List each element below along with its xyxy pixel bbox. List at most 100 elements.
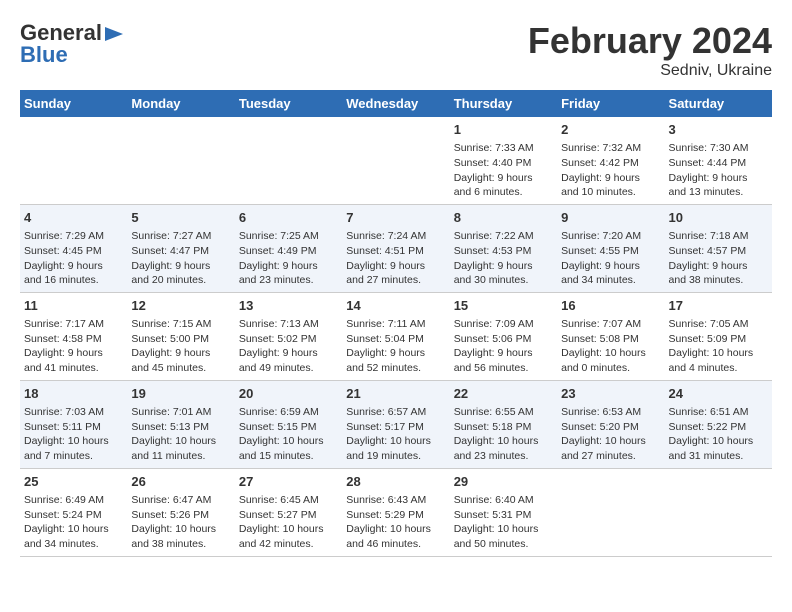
- day-number: 7: [346, 209, 445, 227]
- day-info: Sunrise: 6:40 AM: [454, 493, 553, 508]
- day-info: Sunrise: 7:20 AM: [561, 229, 660, 244]
- day-info: Sunset: 4:49 PM: [239, 244, 338, 259]
- day-number: 18: [24, 385, 123, 403]
- day-info: Sunset: 5:04 PM: [346, 332, 445, 347]
- day-info: Sunrise: 7:32 AM: [561, 141, 660, 156]
- day-info: Sunset: 5:29 PM: [346, 508, 445, 523]
- day-info: Sunset: 4:55 PM: [561, 244, 660, 259]
- day-number: 24: [669, 385, 768, 403]
- day-info: Sunset: 5:09 PM: [669, 332, 768, 347]
- day-info: Sunrise: 7:30 AM: [669, 141, 768, 156]
- weekday-header-monday: Monday: [127, 90, 234, 117]
- day-info: and 31 minutes.: [669, 449, 768, 464]
- day-info: Sunset: 4:44 PM: [669, 156, 768, 171]
- day-info: Sunset: 5:22 PM: [669, 420, 768, 435]
- week-row-5: 25 Sunrise: 6:49 AMSunset: 5:24 PM Dayligh…: [20, 468, 772, 556]
- day-number: 27: [239, 473, 338, 491]
- day-info: Daylight: 9 hours: [24, 346, 123, 361]
- day-info: Sunrise: 7:01 AM: [131, 405, 230, 420]
- day-info: Sunrise: 7:29 AM: [24, 229, 123, 244]
- weekday-header-sunday: Sunday: [20, 90, 127, 117]
- calendar-cell: 21Sunrise: 6:57 AMSunset: 5:17 PMDayligh…: [342, 380, 449, 468]
- day-info: Sunrise: 6:47 AM: [131, 493, 230, 508]
- day-info: Daylight: 9 hours: [239, 346, 338, 361]
- weekday-header-saturday: Saturday: [665, 90, 772, 117]
- page-title: February 2024: [528, 20, 772, 62]
- day-info: Sunset: 5:06 PM: [454, 332, 553, 347]
- day-info: and 16 minutes.: [24, 273, 123, 288]
- day-info: Daylight: 9 hours: [561, 171, 660, 186]
- day-info: Sunset: 5:26 PM: [131, 508, 230, 523]
- week-row-2: 4Sunrise: 7:29 AMSunset: 4:45 PMDaylight…: [20, 204, 772, 292]
- day-number: 1: [454, 121, 553, 139]
- day-info: Sunset: 5:20 PM: [561, 420, 660, 435]
- calendar-cell: 3Sunrise: 7:30 AMSunset: 4:44 PMDaylight…: [665, 117, 772, 204]
- day-info: Daylight: 9 hours: [454, 259, 553, 274]
- day-info: and 42 minutes.: [239, 537, 338, 552]
- day-info: Daylight: 10 hours: [669, 346, 768, 361]
- weekday-header-friday: Friday: [557, 90, 664, 117]
- day-info: Sunrise: 6:53 AM: [561, 405, 660, 420]
- day-info: and 34 minutes.: [561, 273, 660, 288]
- day-number: 22: [454, 385, 553, 403]
- day-info: and 56 minutes.: [454, 361, 553, 376]
- day-number: 2: [561, 121, 660, 139]
- day-info: and 49 minutes.: [239, 361, 338, 376]
- calendar-cell: 20Sunrise: 6:59 AMSunset: 5:15 PMDayligh…: [235, 380, 342, 468]
- day-info: Sunset: 5:24 PM: [24, 508, 123, 523]
- day-info: and 0 minutes.: [561, 361, 660, 376]
- day-info: Daylight: 10 hours: [561, 346, 660, 361]
- calendar-cell: 27Sunrise: 6:45 AMSunset: 5:27 PMDayligh…: [235, 468, 342, 556]
- day-number: 23: [561, 385, 660, 403]
- day-number: 29: [454, 473, 553, 491]
- calendar-cell: 4Sunrise: 7:29 AMSunset: 4:45 PMDaylight…: [20, 204, 127, 292]
- day-info: Daylight: 9 hours: [239, 259, 338, 274]
- day-info: Sunset: 4:57 PM: [669, 244, 768, 259]
- weekday-header-wednesday: Wednesday: [342, 90, 449, 117]
- day-info: Sunrise: 7:25 AM: [239, 229, 338, 244]
- weekday-header-thursday: Thursday: [450, 90, 557, 117]
- day-info: Daylight: 10 hours: [131, 434, 230, 449]
- day-info: Sunrise: 7:18 AM: [669, 229, 768, 244]
- calendar-cell: 13Sunrise: 7:13 AMSunset: 5:02 PMDayligh…: [235, 292, 342, 380]
- calendar-cell: 7Sunrise: 7:24 AMSunset: 4:51 PMDaylight…: [342, 204, 449, 292]
- calendar-cell: 29Sunrise: 6:40 AMSunset: 5:31 PMDayligh…: [450, 468, 557, 556]
- week-row-3: 11Sunrise: 7:17 AMSunset: 4:58 PMDayligh…: [20, 292, 772, 380]
- calendar-cell: 23Sunrise: 6:53 AMSunset: 5:20 PMDayligh…: [557, 380, 664, 468]
- day-info: Sunset: 4:47 PM: [131, 244, 230, 259]
- day-info: and 23 minutes.: [454, 449, 553, 464]
- day-number: 15: [454, 297, 553, 315]
- day-info: Daylight: 10 hours: [454, 434, 553, 449]
- day-info: Sunset: 5:02 PM: [239, 332, 338, 347]
- calendar-cell: 10 Sunrise: 7:18 AMSunset: 4:57 PMDayligh…: [665, 204, 772, 292]
- day-info: Sunset: 5:17 PM: [346, 420, 445, 435]
- day-info: Daylight: 9 hours: [669, 259, 768, 274]
- day-info: Daylight: 10 hours: [24, 434, 123, 449]
- day-info: Sunrise: 7:27 AM: [131, 229, 230, 244]
- logo-blue-text: Blue: [20, 42, 68, 68]
- day-number: 6: [239, 209, 338, 227]
- calendar-cell: 9Sunrise: 7:20 AMSunset: 4:55 PMDaylight…: [557, 204, 664, 292]
- day-info: Sunrise: 6:51 AM: [669, 405, 768, 420]
- day-number: 25: [24, 473, 123, 491]
- day-info: and 30 minutes.: [454, 273, 553, 288]
- day-info: Daylight: 9 hours: [346, 259, 445, 274]
- day-info: Sunset: 4:42 PM: [561, 156, 660, 171]
- day-number: 10: [669, 209, 768, 227]
- calendar-cell: [235, 117, 342, 204]
- day-info: Daylight: 10 hours: [239, 522, 338, 537]
- day-info: and 46 minutes.: [346, 537, 445, 552]
- day-info: Sunset: 5:08 PM: [561, 332, 660, 347]
- day-info: and 38 minutes.: [131, 537, 230, 552]
- day-number: 16: [561, 297, 660, 315]
- day-info: Sunrise: 6:49 AM: [24, 493, 123, 508]
- week-row-1: 1Sunrise: 7:33 AMSunset: 4:40 PMDaylight…: [20, 117, 772, 204]
- day-number: 11: [24, 297, 123, 315]
- calendar-cell: 2 Sunrise: 7:32 AMSunset: 4:42 PMDaylight…: [557, 117, 664, 204]
- week-row-4: 18Sunrise: 7:03 AMSunset: 5:11 PMDayligh…: [20, 380, 772, 468]
- day-info: and 27 minutes.: [561, 449, 660, 464]
- day-info: Daylight: 9 hours: [24, 259, 123, 274]
- calendar-cell: 5Sunrise: 7:27 AMSunset: 4:47 PMDaylight…: [127, 204, 234, 292]
- day-number: 26: [131, 473, 230, 491]
- day-info: Sunrise: 6:43 AM: [346, 493, 445, 508]
